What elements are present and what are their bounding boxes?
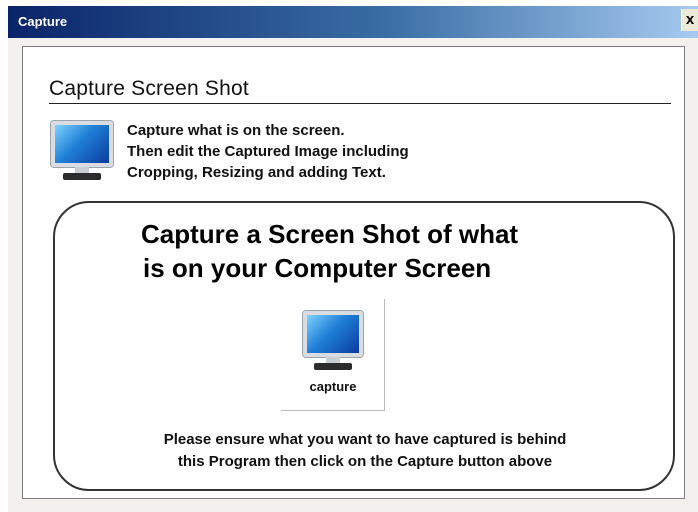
capture-window: Capture x Capture Screen Shot Capture wh… <box>8 6 698 512</box>
monitor-icon <box>303 311 363 371</box>
section-heading: Capture Screen Shot <box>49 77 249 100</box>
capture-title-line: is on your Computer Screen <box>143 253 492 283</box>
instruction-line: this Program then click on the Capture b… <box>177 453 553 470</box>
capture-title-line: Capture a Screen Shot of what <box>141 219 519 249</box>
section-description: Capture what is on the screen. Then edit… <box>127 120 409 183</box>
description-line: Then edit the Captured Image including <box>127 143 409 160</box>
window-title: Capture <box>18 14 68 29</box>
capture-title: Capture a Screen Shot of what is on your… <box>141 217 518 285</box>
heading-divider <box>49 103 671 104</box>
content-panel: Capture Screen Shot Capture what is on t… <box>22 46 685 499</box>
instruction-line: Please ensure what you want to have capt… <box>163 431 567 448</box>
description-line: Capture what is on the screen. <box>127 122 345 139</box>
title-bar[interactable]: Capture x <box>8 6 698 38</box>
description-line: Cropping, Resizing and adding Text. <box>127 164 386 181</box>
capture-instructions: Please ensure what you want to have capt… <box>65 429 665 473</box>
capture-area: Capture a Screen Shot of what is on your… <box>53 201 675 491</box>
capture-button-label: capture <box>309 379 357 394</box>
monitor-icon <box>51 121 113 183</box>
close-button[interactable]: x <box>681 9 698 31</box>
capture-button[interactable]: capture <box>281 299 385 411</box>
